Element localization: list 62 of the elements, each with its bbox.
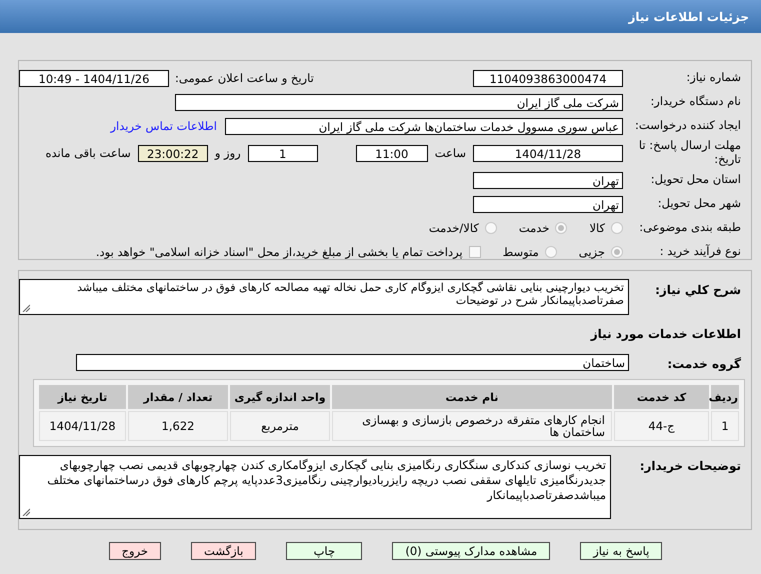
radio-label: کالا: [589, 221, 605, 235]
table-cell: 1,622: [128, 411, 228, 441]
need-number-field: 1104093863000474: [473, 70, 623, 86]
action-button[interactable]: مشاهده مدارک پیوستی (0): [392, 542, 550, 560]
announce-date-field: 1404/11/26 - 10:49: [19, 70, 169, 86]
time-label: ساعت: [434, 146, 466, 160]
deadline-date-field: 1404/11/28: [473, 144, 623, 162]
field-label: تاریخ و ساعت اعلان عمومی:: [175, 71, 314, 85]
service-group-field: ساختمان: [76, 354, 629, 370]
radio-button[interactable]: [611, 222, 623, 234]
city-field: تهران: [473, 196, 623, 212]
column-header: تعداد / مقدار: [128, 385, 228, 409]
action-button[interactable]: چاپ: [286, 542, 362, 560]
deadline-time-field: 11:00: [356, 144, 428, 162]
radio-button[interactable]: [484, 222, 497, 234]
checkbox[interactable]: [468, 246, 481, 258]
notes-text: تخریب نوسازی کندکاری سنگکاری رنگامیزی بنایی گچکاری ایزوگامکاری کندن چهارچوبهای قدیمی نصب چهارچوبهای جدیدرنگامیزی تایلهای سقفی نصب دریچه رایزربادیوارچینی رنگامیزی3عددپایه پرچم کارهای فوق درساختمانهای مختلف میباشدصفرتاصدباپیمانکار: [47, 458, 606, 502]
description-text: تخریب دیوارچینی بنایی نقاشی گچکاری ایزوگام کاری حمل نخاله تهیه مصالحه کارهای فوق در ساختمانهای مختلف میباشد صفرتاصدباپیمانکار شرح در توضیحات: [77, 281, 624, 307]
column-header: نام خدمت: [332, 385, 612, 409]
table-cell: 1404/11/28: [39, 411, 126, 441]
table-cell: مترمربع: [230, 411, 330, 441]
field-label: گروه خدمت:: [666, 356, 741, 371]
province-field: تهران: [473, 172, 623, 188]
contact-link[interactable]: اطلاعات تماس خریدار: [110, 119, 217, 133]
radio-button[interactable]: [611, 246, 623, 258]
page-title: جزئیات اطلاعات نیاز: [628, 10, 749, 24]
action-button[interactable]: پاسخ به نیاز: [580, 542, 662, 560]
buyer-name-field: شرکت ملی گاز ایران: [175, 94, 623, 110]
resize-grip-icon: [22, 508, 30, 516]
field-label: شماره نیاز:: [685, 71, 741, 85]
field-label: شرح کلي نياز:: [654, 282, 741, 297]
table-cell: ج-44: [614, 411, 709, 441]
field-label: مهلت ارسال پاسخ: تا تاریخ:: [638, 139, 741, 167]
radio-label: متوسط: [502, 245, 539, 259]
radio-label: خدمت: [518, 221, 550, 235]
field-label: نوع فرآیند خرید :: [658, 245, 741, 259]
remaining-time-field: 23:00:22: [138, 144, 208, 162]
field-label: توضیحات خریدار:: [638, 458, 741, 473]
radio-button[interactable]: [544, 246, 557, 258]
field-label: استان محل تحویل:: [650, 173, 741, 187]
radio-label: جزیی: [578, 245, 605, 259]
field-label: نام دستگاه خریدار:: [649, 95, 741, 109]
days-field: 1: [248, 144, 318, 162]
field-label: شهر محل تحویل:: [656, 197, 741, 211]
days-label: روز و: [214, 146, 241, 160]
table-cell: 1: [711, 411, 739, 441]
column-header: تاریخ نیاز: [39, 385, 126, 409]
column-header: کد خدمت: [614, 385, 709, 409]
radio-label: کالا/خدمت: [428, 221, 479, 235]
remaining-label: ساعت باقی مانده: [46, 146, 131, 160]
checkbox-label: پرداخت تمام یا بخشی از مبلغ خرید،از محل "اسناد خزانه اسلامی" خواهد بود.: [96, 245, 463, 259]
table-cell: انجام کارهای متفرقه درخصوص بازسازی و بهسازی ساختمان ها: [332, 411, 612, 441]
column-header: ردیف: [711, 385, 739, 409]
action-button[interactable]: خروج: [108, 542, 162, 560]
field-label: ایجاد کننده درخواست:: [634, 119, 741, 133]
section-title: اطلاعات خدمات مورد نیاز: [589, 326, 742, 343]
action-button[interactable]: بازگشت: [191, 542, 256, 560]
radio-button[interactable]: [555, 222, 568, 234]
creator-field: عباس سوری مسوول خدمات ساختمان‌ها شرکت ملی گاز ایران: [225, 118, 623, 134]
field-label: طبقه بندی موضوعی:: [638, 221, 741, 235]
column-header: واحد اندازه گیری: [230, 385, 330, 409]
resize-grip-icon: [22, 304, 30, 312]
